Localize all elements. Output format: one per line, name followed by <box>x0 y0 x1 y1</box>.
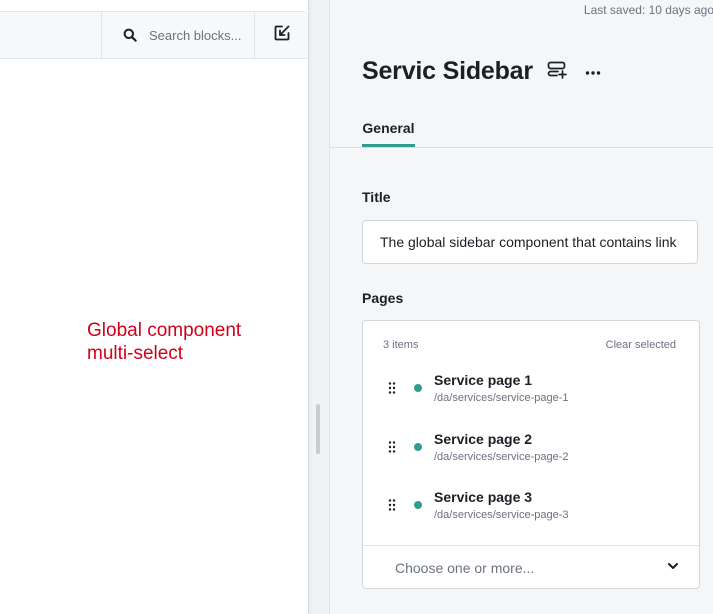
editor-tabs: General <box>330 109 713 148</box>
document-title: Servic Sidebar <box>362 57 533 85</box>
tab-general[interactable]: General <box>362 109 415 147</box>
arrow-down-left-icon <box>273 24 291 47</box>
page-path: /da/services/service-page-2 <box>434 451 569 463</box>
list-item[interactable]: Service page 2 /da/services/service-page… <box>363 429 699 473</box>
last-saved-status: Last saved: 10 days ago <box>583 3 713 17</box>
page-name: Service page 1 <box>434 372 533 388</box>
collapse-panel-button[interactable] <box>254 12 309 58</box>
search-icon <box>123 28 137 42</box>
divider <box>363 545 699 546</box>
status-dot <box>414 384 422 392</box>
pages-field-label: Pages <box>362 290 404 306</box>
canvas-toolbar: Search blocks... <box>0 11 308 59</box>
more-actions-button[interactable] <box>581 61 605 83</box>
status-dot <box>414 443 422 451</box>
drag-handle-icon[interactable] <box>387 381 397 395</box>
page-name: Service page 3 <box>434 489 533 505</box>
panel-resize-handle[interactable] <box>316 404 320 454</box>
drag-handle-icon[interactable] <box>387 498 397 512</box>
status-dot <box>414 501 422 509</box>
items-count: 3 items <box>383 339 419 351</box>
pages-select-input[interactable]: Choose one or more... <box>395 560 534 576</box>
list-item[interactable]: Service page 3 /da/services/service-page… <box>363 487 699 531</box>
more-horizontal-icon <box>585 63 601 81</box>
pages-multiselect: 3 items Clear selected Service page 1 /d… <box>362 320 700 589</box>
title-field[interactable]: The global sidebar component that contai… <box>362 220 698 264</box>
drag-handle-icon[interactable] <box>387 440 397 454</box>
title-field-label: Title <box>362 189 391 205</box>
add-block-icon <box>547 61 567 84</box>
annotation-line-1: Global component <box>87 320 242 341</box>
canvas-annotation: Global component multi-select <box>87 319 287 365</box>
page-path: /da/services/service-page-3 <box>434 509 569 521</box>
search-input[interactable]: Search blocks... <box>149 28 242 43</box>
block-search[interactable]: Search blocks... <box>101 12 255 58</box>
chevron-down-icon[interactable] <box>665 558 681 574</box>
list-item[interactable]: Service page 1 /da/services/service-page… <box>363 370 699 414</box>
document-editor: Last saved: 10 days ago Servic Sidebar G… <box>329 0 713 614</box>
add-block-button[interactable] <box>545 61 569 83</box>
clear-selected-button[interactable]: Clear selected <box>606 339 676 351</box>
page-name: Service page 2 <box>434 431 533 447</box>
page-path: /da/services/service-page-1 <box>434 392 569 404</box>
annotation-line-2: multi-select <box>87 343 184 364</box>
canvas-panel: Search blocks... Global component multi-… <box>0 0 309 614</box>
